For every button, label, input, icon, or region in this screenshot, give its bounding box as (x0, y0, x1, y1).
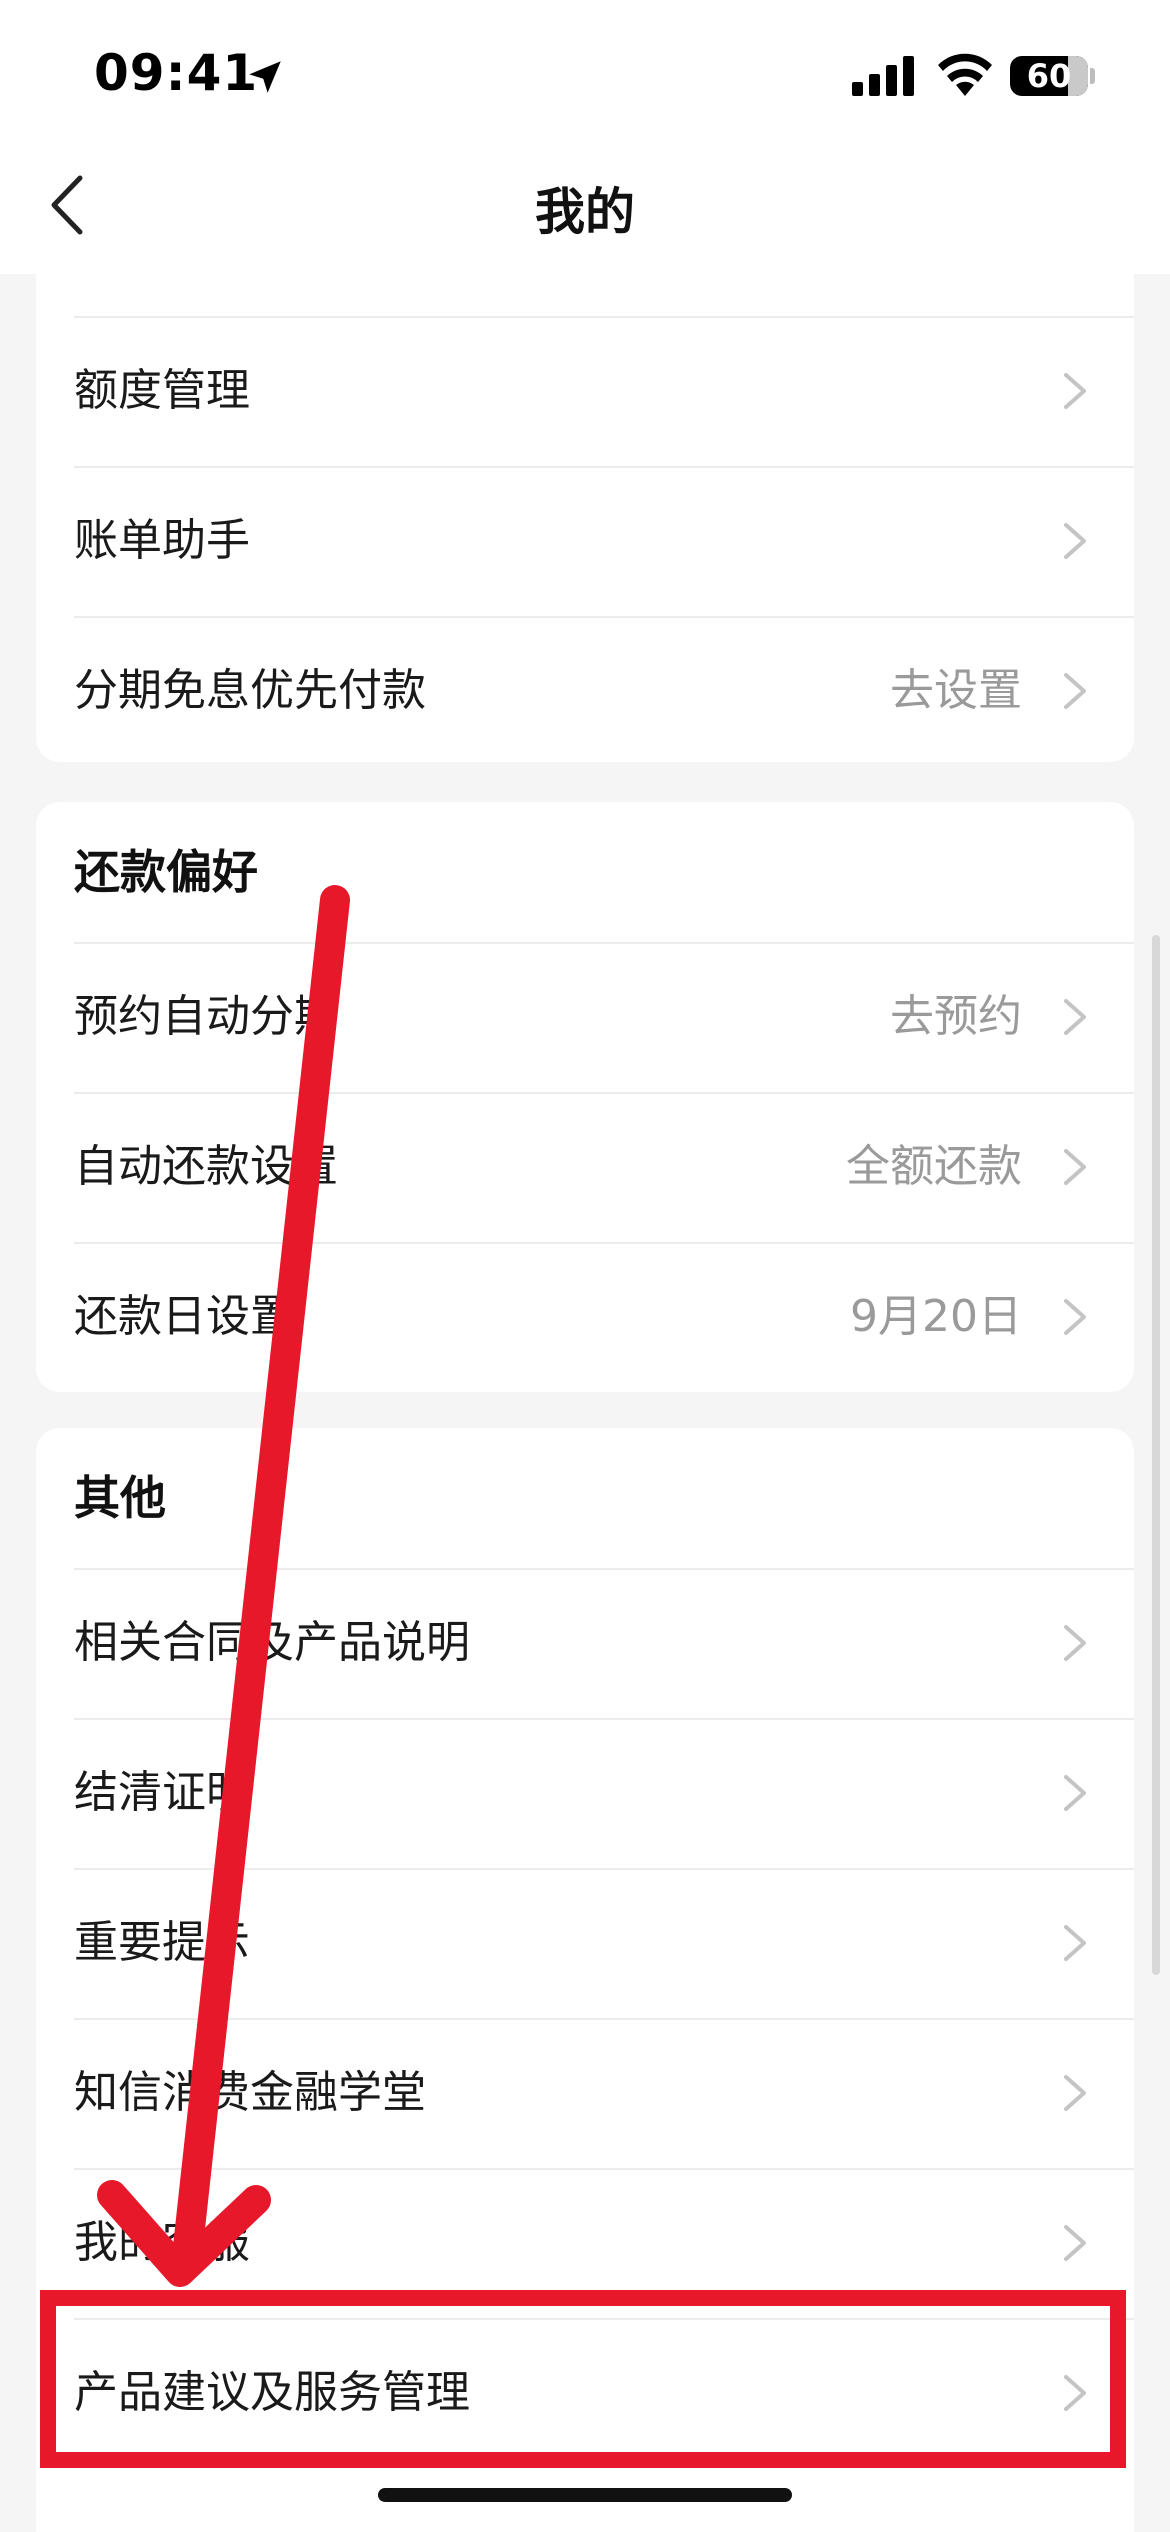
row-value: 去设置 (890, 665, 1022, 716)
home-indicator[interactable] (378, 2488, 792, 2502)
row-label: 知信消费金融学堂 (74, 2067, 426, 2118)
row-value: 去预约 (890, 991, 1022, 1042)
chevron-right-icon (1064, 673, 1086, 709)
list-item-contracts[interactable]: 相关合同及产品说明 (36, 1568, 1134, 1718)
chevron-right-icon (1064, 1625, 1086, 1661)
chevron-right-icon (1064, 1299, 1086, 1335)
location-arrow-icon (249, 61, 281, 93)
chevron-right-icon (1064, 1149, 1086, 1185)
chevron-right-icon (1064, 523, 1086, 559)
list-item-customer-service[interactable]: 我的客服 (36, 2168, 1134, 2318)
status-bar: 09:41 60 (0, 0, 1170, 150)
scrollbar[interactable] (1152, 935, 1160, 1975)
chevron-right-icon (1064, 999, 1086, 1035)
chevron-right-icon (1064, 1775, 1086, 1811)
row-value: 全额还款 (846, 1141, 1022, 1192)
row-label: 我的客服 (74, 2217, 250, 2268)
row-label: 额度管理 (74, 365, 250, 416)
row-label: 预约自动分期 (74, 991, 338, 1042)
card-other: 其他 相关合同及产品说明 结清证明 重要提示 知信消费金融学堂 我的客服 产品建… (36, 1428, 1134, 2532)
cellular-signal-icon (852, 56, 914, 96)
row-label: 自动还款设置 (74, 1141, 338, 1192)
status-time: 09:41 (94, 44, 259, 102)
chevron-right-icon (1064, 2375, 1086, 2411)
row-value: 9月20日 (850, 1291, 1022, 1342)
chevron-right-icon (1064, 2075, 1086, 2111)
row-label: 分期免息优先付款 (74, 665, 426, 716)
row-label: 相关合同及产品说明 (74, 1617, 470, 1668)
battery-level: 60 (1026, 57, 1072, 95)
list-item-bill-assistant[interactable]: 账单助手 (36, 466, 1134, 616)
chevron-right-icon (1064, 373, 1086, 409)
nav-bar: 我的 (0, 150, 1170, 274)
row-label: 还款日设置 (74, 1291, 294, 1342)
row-label: 重要提示 (74, 1917, 250, 1968)
chevron-right-icon (1064, 2225, 1086, 2261)
list-item-product-suggestion[interactable]: 产品建议及服务管理 (36, 2318, 1134, 2468)
list-item-quota[interactable]: 额度管理 (36, 316, 1134, 466)
row-label: 结清证明 (74, 1767, 250, 1818)
card-account: 额度管理 账单助手 分期免息优先付款 去设置 (36, 274, 1134, 762)
battery-cap (1090, 68, 1095, 84)
list-item-important-notice[interactable]: 重要提示 (36, 1868, 1134, 2018)
list-item-finance-school[interactable]: 知信消费金融学堂 (36, 2018, 1134, 2168)
card-repayment-preferences: 还款偏好 预约自动分期 去预约 自动还款设置 全额还款 还款日设置 9月20日 (36, 802, 1134, 1392)
page-title: 我的 (535, 183, 635, 241)
section-title: 还款偏好 (74, 845, 258, 899)
row-label: 产品建议及服务管理 (74, 2367, 470, 2418)
list-item-settlement-proof[interactable]: 结清证明 (36, 1718, 1134, 1868)
list-item-auto-installment[interactable]: 预约自动分期 去预约 (36, 942, 1134, 1092)
wifi-icon (938, 53, 992, 96)
list-item-auto-repayment[interactable]: 自动还款设置 全额还款 (36, 1092, 1134, 1242)
list-item-installment-priority[interactable]: 分期免息优先付款 去设置 (36, 616, 1134, 762)
battery-icon: 60 (1010, 56, 1088, 96)
row-label: 账单助手 (74, 515, 250, 566)
list-item-repayment-date[interactable]: 还款日设置 9月20日 (36, 1242, 1134, 1392)
section-title: 其他 (74, 1471, 166, 1525)
chevron-right-icon (1064, 1925, 1086, 1961)
